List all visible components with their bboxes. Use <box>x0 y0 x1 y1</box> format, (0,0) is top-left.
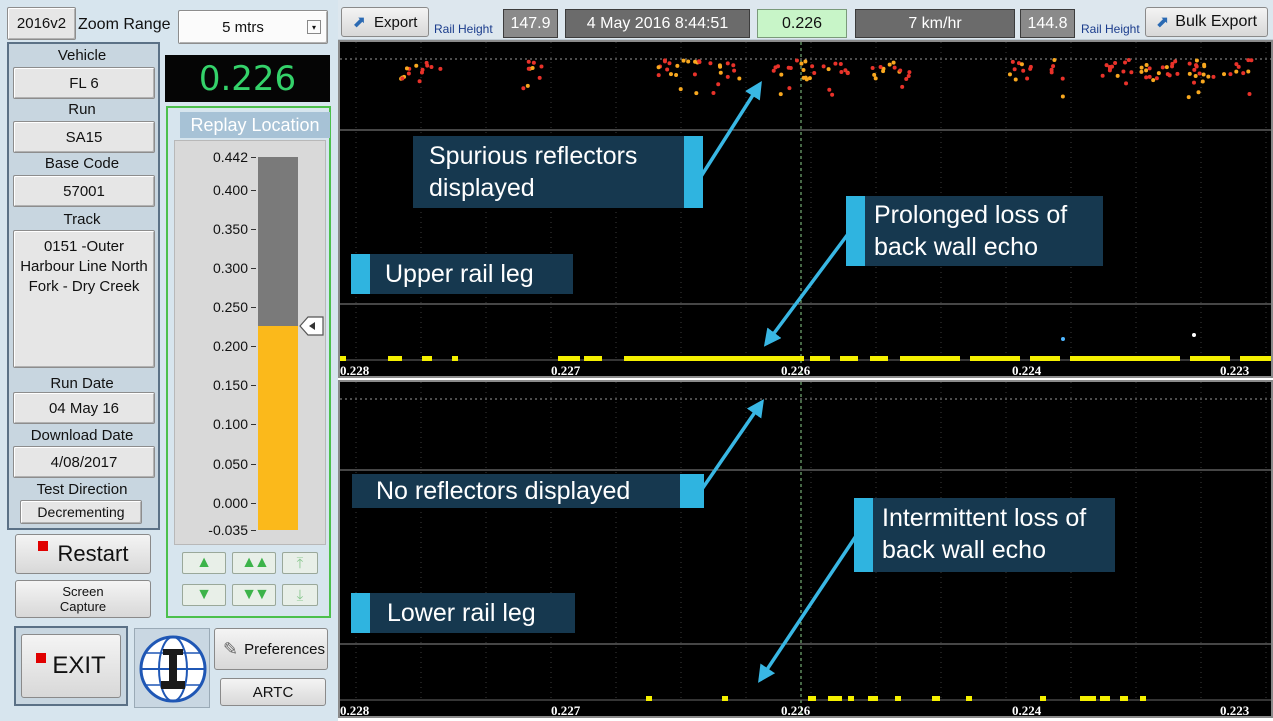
callout-prolonged-loss: Prolonged loss of back wall echo <box>846 196 1103 266</box>
callout-spurious-reflectors: Spurious reflectors displayed <box>413 136 703 208</box>
callout-accent <box>854 498 873 572</box>
callout-no-reflectors: No reflectors displayed <box>352 474 704 508</box>
callout-accent <box>351 593 370 633</box>
arrow-intermittent <box>758 535 858 683</box>
callout-lower-leg-text: Lower rail leg <box>387 599 536 627</box>
arrow-no-reflectors <box>698 399 764 493</box>
callout-arrows <box>698 81 858 683</box>
callout-upper-leg-text: Upper rail leg <box>385 260 534 288</box>
callout-accent <box>680 474 704 508</box>
callout-prolonged-text: Prolonged loss of back wall echo <box>874 201 1068 261</box>
arrow-spurious <box>698 81 762 179</box>
callout-lower-rail-leg: Lower rail leg <box>351 593 575 633</box>
callout-intermittent-loss: Intermittent loss of back wall echo <box>854 498 1115 572</box>
callout-spurious-text: Spurious reflectors displayed <box>429 142 638 202</box>
callout-accent <box>351 254 370 294</box>
callout-no-reflectors-text: No reflectors displayed <box>376 477 631 505</box>
callout-intermittent-text: Intermittent loss of back wall echo <box>882 504 1087 564</box>
callout-accent <box>846 196 865 266</box>
callout-upper-rail-leg: Upper rail leg <box>351 254 573 294</box>
arrow-prolonged <box>763 232 850 347</box>
callout-accent <box>684 136 703 208</box>
